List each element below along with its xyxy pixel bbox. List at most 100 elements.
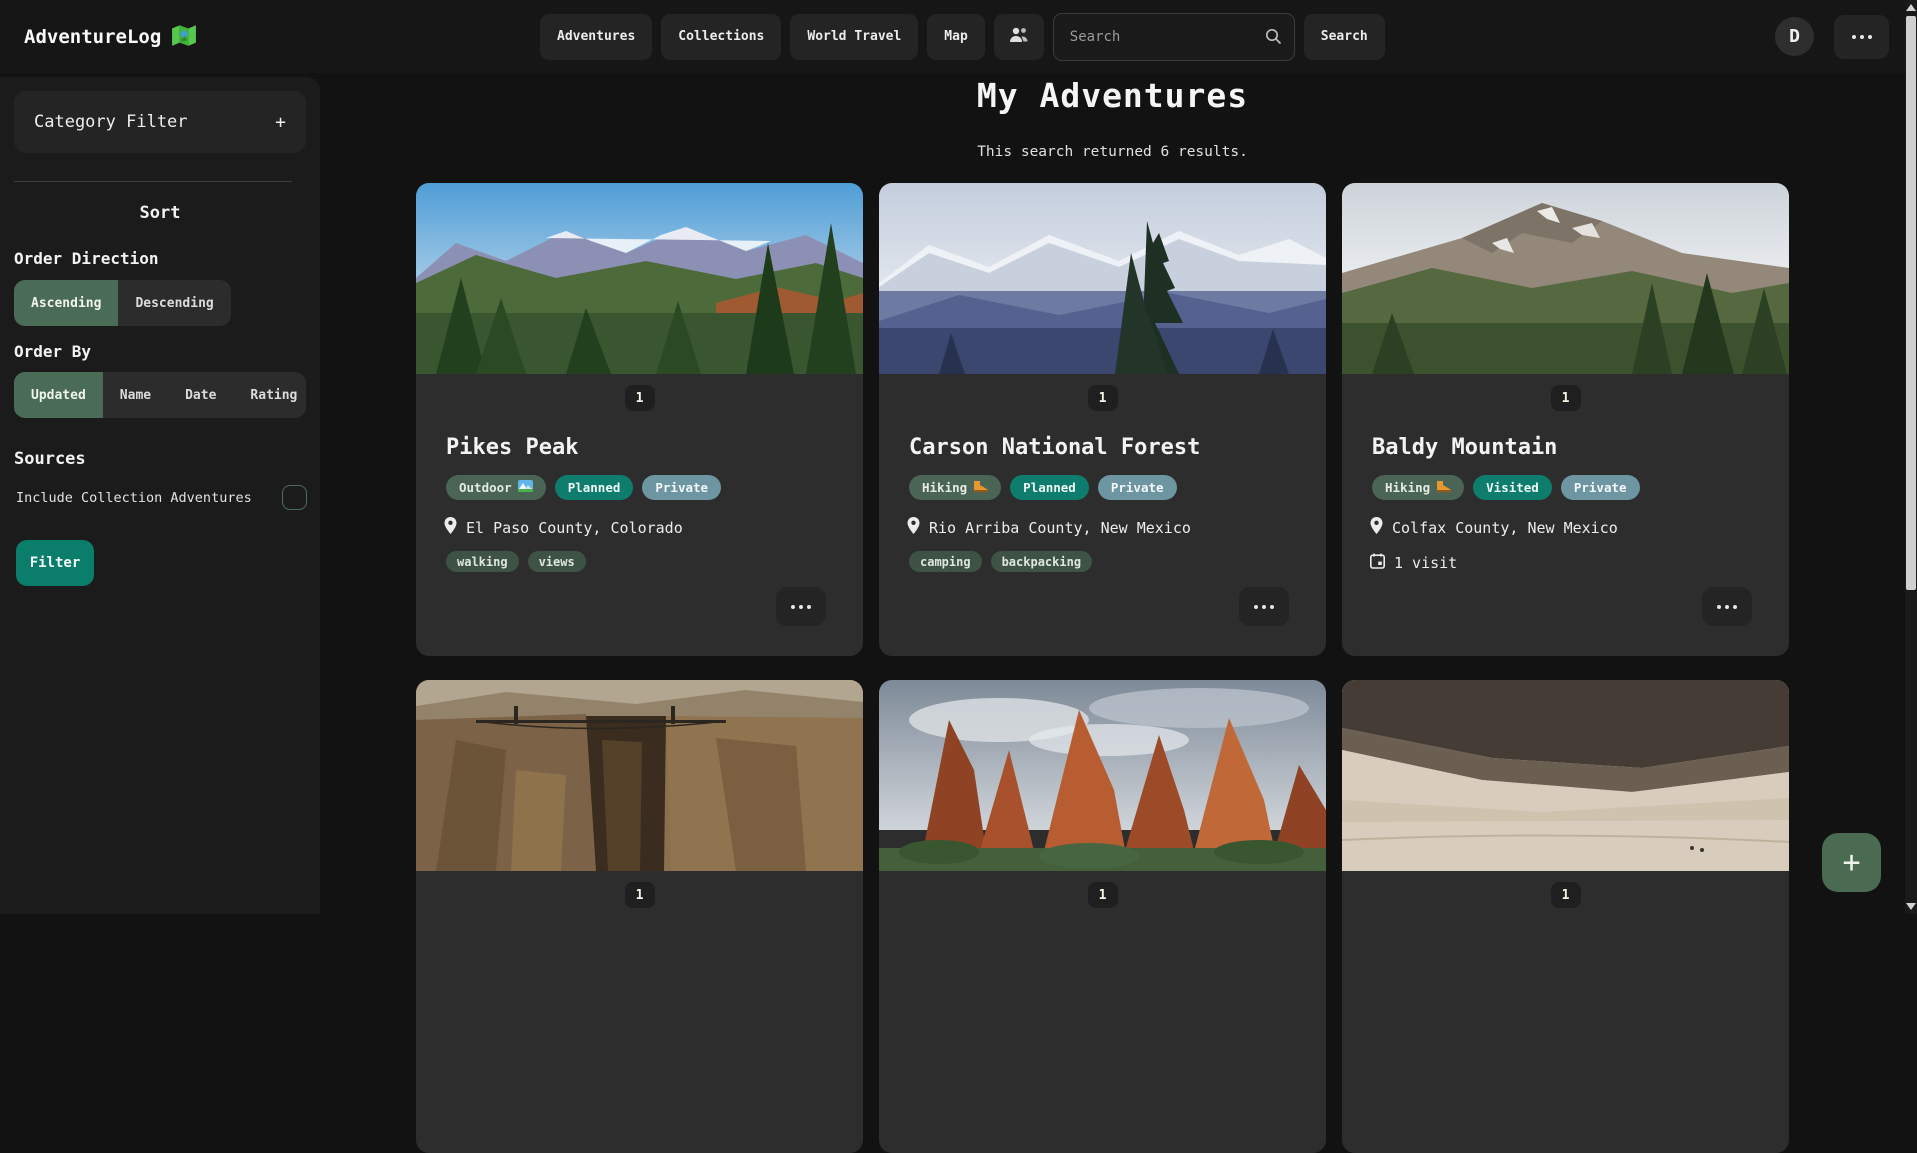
hiking-boot-icon xyxy=(1436,480,1451,496)
include-collection-checkbox[interactable] xyxy=(282,485,307,510)
badge-row: Hiking Planned Private xyxy=(909,475,1296,500)
adventure-card: 1 xyxy=(1342,680,1789,1153)
outdoor-icon xyxy=(518,480,533,495)
visit-row: 1 visit xyxy=(1370,553,1761,573)
adventure-title[interactable]: Carson National Forest xyxy=(909,435,1296,460)
order-by-segmented: Updated Name Date Rating xyxy=(14,372,306,418)
tag-pill: backpacking xyxy=(991,551,1092,572)
nav-map[interactable]: Map xyxy=(927,14,984,60)
card-more-button[interactable] xyxy=(1239,587,1289,626)
tag-row: walking views xyxy=(446,551,833,572)
scrollbar-thumb[interactable] xyxy=(1906,16,1916,590)
hiking-boot-icon xyxy=(973,480,988,496)
order-by-name-option[interactable]: Name xyxy=(103,372,168,418)
sort-heading: Sort xyxy=(0,203,320,223)
adventure-card: 1 Carson National Forest Hiking Planned … xyxy=(879,183,1326,656)
tag-pill: camping xyxy=(909,551,982,572)
category-badge: Hiking xyxy=(1372,475,1464,500)
map-logo-icon xyxy=(171,22,197,52)
order-by-updated-option[interactable]: Updated xyxy=(14,372,103,418)
location-row: El Paso County, Colorado xyxy=(444,517,835,538)
users-icon xyxy=(1009,26,1029,47)
adventure-count-badge: 1 xyxy=(1088,882,1118,908)
nav-links: Adventures Collections World Travel Map xyxy=(540,0,1385,73)
user-avatar[interactable]: D xyxy=(1775,17,1814,56)
adventure-photo-pikes-peak[interactable] xyxy=(416,183,863,374)
order-by-rating-option[interactable]: Rating xyxy=(233,372,306,418)
add-adventure-button[interactable]: + xyxy=(1822,833,1881,892)
scroll-up-arrow-icon[interactable] xyxy=(1906,4,1916,11)
adventure-photo-baldy-mountain[interactable] xyxy=(1342,183,1789,374)
adventure-title[interactable]: Baldy Mountain xyxy=(1372,435,1759,460)
adventure-count-badge: 1 xyxy=(1551,385,1581,411)
location-pin-icon xyxy=(444,517,457,538)
filter-button[interactable]: Filter xyxy=(16,540,94,586)
sources-heading: Sources xyxy=(14,449,86,469)
app-logo[interactable]: AdventureLog xyxy=(24,0,197,73)
order-direction-label: Order Direction xyxy=(14,249,159,268)
adventure-title[interactable]: Pikes Peak xyxy=(446,435,833,460)
privacy-badge: Private xyxy=(642,475,721,500)
page-title: My Adventures xyxy=(320,76,1905,115)
adventure-photo-garden-of-the-gods[interactable] xyxy=(879,680,1326,871)
badge-row: Outdoor Planned Private xyxy=(446,475,833,500)
navbar-right: D xyxy=(1775,0,1889,73)
adventure-count-badge: 1 xyxy=(1088,385,1118,411)
card-more-button[interactable] xyxy=(776,587,826,626)
order-direction-segmented: Ascending Descending xyxy=(14,280,231,326)
adventure-grid: 1 Pikes Peak Outdoor Planned Private El … xyxy=(416,183,1789,1153)
category-badge: Hiking xyxy=(909,475,1001,500)
adventure-photo-royal-gorge[interactable] xyxy=(416,680,863,871)
include-collection-label: Include Collection Adventures xyxy=(16,490,252,506)
adventure-count-badge: 1 xyxy=(625,385,655,411)
location-text: Colfax County, New Mexico xyxy=(1392,519,1618,537)
navbar-more-button[interactable] xyxy=(1834,15,1889,59)
ellipsis-icon xyxy=(1852,35,1872,39)
card-more-button[interactable] xyxy=(1702,587,1752,626)
order-ascending-option[interactable]: Ascending xyxy=(14,280,118,326)
location-text: Rio Arriba County, New Mexico xyxy=(929,519,1191,537)
location-pin-icon xyxy=(1370,517,1383,538)
adventure-card: 1 xyxy=(416,680,863,1153)
sidebar-divider xyxy=(14,181,292,182)
category-filter-toggle[interactable]: Category Filter + xyxy=(14,91,306,153)
location-row: Rio Arriba County, New Mexico xyxy=(907,517,1298,538)
search-button[interactable]: Search xyxy=(1304,14,1385,60)
privacy-badge: Private xyxy=(1561,475,1640,500)
location-text: El Paso County, Colorado xyxy=(466,519,683,537)
order-by-date-option[interactable]: Date xyxy=(168,372,233,418)
ellipsis-icon xyxy=(1717,605,1737,609)
location-pin-icon xyxy=(907,517,920,538)
nav-adventures[interactable]: Adventures xyxy=(540,14,652,60)
shared-users-button[interactable] xyxy=(994,14,1044,60)
expand-plus-icon: + xyxy=(275,112,286,133)
status-badge: Planned xyxy=(1010,475,1089,500)
adventure-count-badge: 1 xyxy=(1551,882,1581,908)
search-icon xyxy=(1265,28,1282,49)
search-input[interactable] xyxy=(1053,13,1295,61)
calendar-icon xyxy=(1370,553,1385,573)
order-descending-option[interactable]: Descending xyxy=(118,280,230,326)
search-field-wrap xyxy=(1053,13,1295,61)
ellipsis-icon xyxy=(1254,605,1274,609)
tag-pill: walking xyxy=(446,551,519,572)
include-collection-row: Include Collection Adventures xyxy=(16,485,307,510)
adventure-count-badge: 1 xyxy=(625,882,655,908)
adventure-card: 1 Baldy Mountain Hiking Visited Private … xyxy=(1342,183,1789,656)
scroll-down-arrow-icon[interactable] xyxy=(1906,903,1916,910)
results-count-text: This search returned 6 results. xyxy=(320,144,1905,160)
status-badge: Visited xyxy=(1473,475,1552,500)
order-by-label: Order By xyxy=(14,342,91,361)
adventure-photo-sand-dunes[interactable] xyxy=(1342,680,1789,871)
nav-world-travel[interactable]: World Travel xyxy=(790,14,918,60)
filter-sidebar: Category Filter + Sort Order Direction A… xyxy=(0,77,320,914)
category-filter-label: Category Filter xyxy=(34,112,188,132)
badge-row: Hiking Visited Private xyxy=(1372,475,1759,500)
adventure-card: 1 Pikes Peak Outdoor Planned Private El … xyxy=(416,183,863,656)
nav-collections[interactable]: Collections xyxy=(661,14,781,60)
tag-pill: views xyxy=(528,551,586,572)
app-title: AdventureLog xyxy=(24,26,161,48)
adventure-photo-carson-forest[interactable] xyxy=(879,183,1326,374)
tag-row: camping backpacking xyxy=(909,551,1296,572)
page-scrollbar[interactable] xyxy=(1905,0,1917,914)
